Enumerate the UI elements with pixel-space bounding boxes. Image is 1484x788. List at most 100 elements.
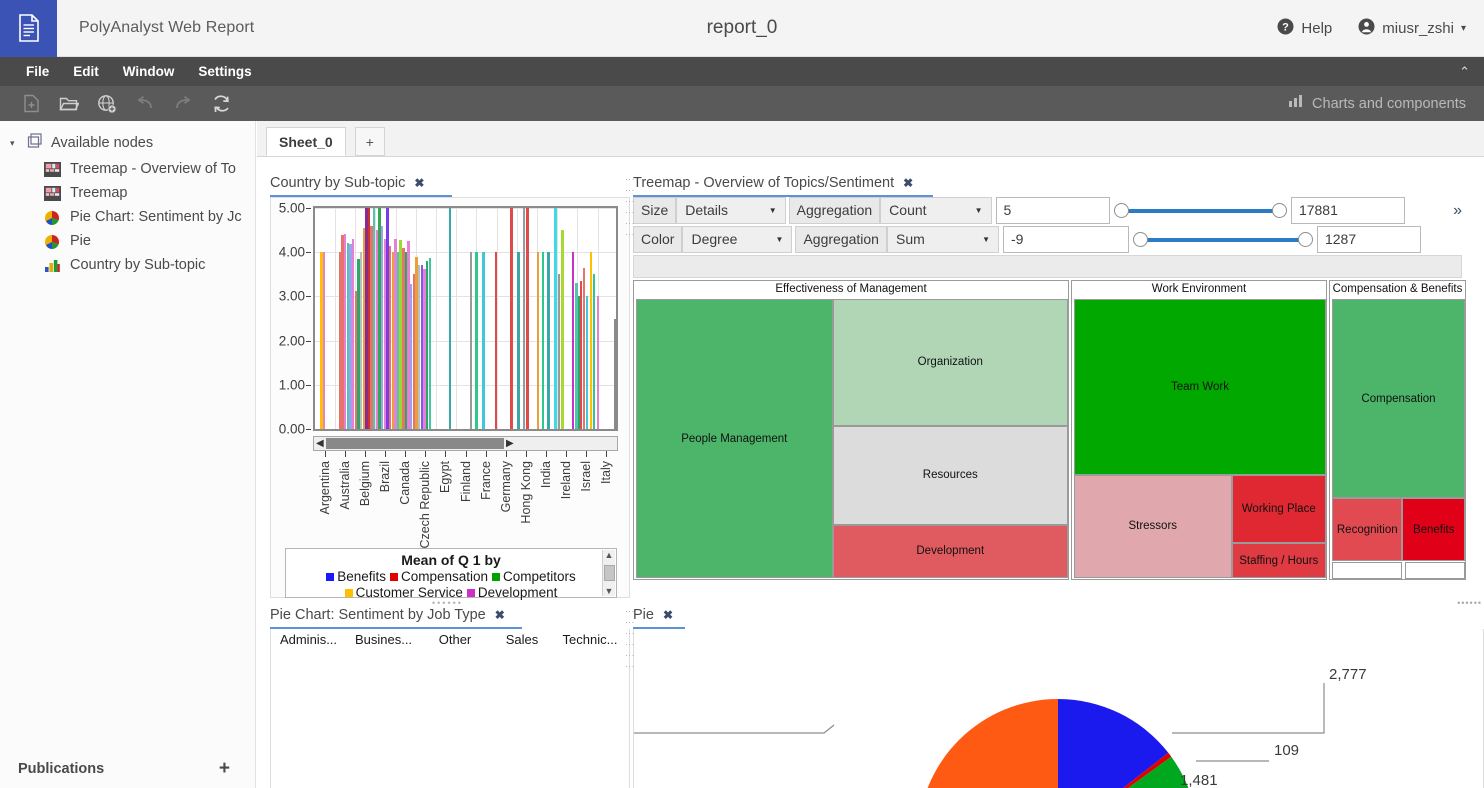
treemap-cell[interactable]: Team Work (1074, 299, 1326, 475)
size-aggregation-value: Count (889, 202, 927, 218)
slider-knob-max[interactable] (1297, 232, 1313, 247)
user-menu[interactable]: miusr_zshi ▾ (1358, 18, 1466, 39)
publish-web-icon[interactable] (88, 86, 126, 121)
close-icon[interactable]: ✖ (414, 176, 424, 190)
menu-item-window[interactable]: Window (111, 57, 187, 86)
bar[interactable] (542, 252, 545, 429)
treemap-cell[interactable]: Organization (832, 299, 1068, 426)
color-max-input[interactable]: 1287 (1316, 226, 1421, 253)
scroll-left-icon[interactable]: ◀ (316, 438, 324, 449)
treemap-cell[interactable]: Recognition (1332, 498, 1403, 562)
bar[interactable] (561, 230, 564, 429)
bar[interactable] (522, 208, 526, 429)
treemap-cell[interactable]: Working Place (1231, 474, 1326, 544)
treemap-cell[interactable]: Resources (832, 425, 1068, 525)
bar[interactable] (322, 252, 326, 429)
bar[interactable] (482, 252, 485, 429)
treemap-group[interactable]: Work Environment Team Work Stressors Workin… (1071, 280, 1327, 580)
bar[interactable] (593, 274, 596, 429)
redo-icon[interactable] (164, 86, 202, 121)
scroll-up-icon[interactable]: ▲ (605, 550, 614, 560)
sidebar-item-treemap-overview[interactable]: Treemap - Overview of To (0, 157, 255, 181)
legend-scrollbar[interactable]: ▲ ▼ (602, 550, 615, 596)
bar[interactable] (571, 252, 575, 429)
slider-knob-min[interactable] (1113, 203, 1129, 218)
slider-knob-max[interactable] (1271, 203, 1287, 218)
bar[interactable] (554, 208, 557, 429)
expand-controls-button[interactable]: » (1453, 202, 1462, 220)
treemap-cell[interactable]: Benefits (1402, 498, 1465, 562)
slider-knob-min[interactable] (1132, 232, 1148, 247)
treemap-group[interactable]: Compensation & Benefits Compensation Recog… (1329, 280, 1466, 580)
bar[interactable] (557, 274, 561, 429)
user-circle-icon (1358, 18, 1375, 39)
treemap-cell[interactable]: Development (832, 524, 1068, 578)
app-name: PolyAnalyst Web Report (79, 19, 255, 36)
sidebar-item-country-by-subtopic[interactable]: Country by Sub-topic (0, 253, 255, 277)
bar[interactable] (475, 252, 478, 429)
treemap-group[interactable]: Effectiveness of Management People Manage… (633, 280, 1069, 580)
color-range-slider[interactable] (1132, 226, 1313, 253)
bar[interactable] (526, 208, 529, 429)
scrollbar-thumb[interactable] (326, 438, 504, 449)
close-icon[interactable]: ✖ (495, 608, 505, 622)
sidebar-item-pie[interactable]: Pie (0, 229, 255, 253)
panel-splitter-vertical[interactable]: ⋮⋮⋮⋮⋮⋮ (625, 607, 635, 673)
bar[interactable] (589, 252, 592, 429)
sidebar-item-treemap[interactable]: Treemap (0, 181, 255, 205)
menu-item-settings[interactable]: Settings (186, 57, 263, 86)
bar[interactable] (547, 252, 550, 429)
size-range-slider[interactable] (1113, 197, 1287, 224)
collapse-toolbar-icon[interactable]: ⌃ (1459, 57, 1470, 86)
bar[interactable] (517, 252, 520, 429)
treemap-group-title: Compensation & Benefits (1330, 281, 1465, 298)
scroll-right-icon[interactable]: ▶ (506, 438, 514, 449)
bar[interactable] (448, 208, 452, 429)
color-min-input[interactable]: -9 (1002, 226, 1129, 253)
close-icon[interactable]: ✖ (663, 608, 673, 622)
bar[interactable] (469, 252, 473, 429)
color-field-select[interactable]: Degree ▼ (682, 226, 793, 253)
bar[interactable] (582, 267, 585, 429)
pie-slice[interactable] (918, 699, 1058, 788)
refresh-icon[interactable] (202, 86, 240, 121)
panel-splitter-horizontal[interactable]: •••••• (432, 598, 463, 608)
scroll-down-icon[interactable]: ▼ (605, 586, 614, 596)
treemap-cell[interactable]: People Management (636, 299, 833, 578)
treemap-cell[interactable]: Compensation (1332, 299, 1465, 499)
size-aggregation-select[interactable]: Count ▼ (880, 197, 992, 224)
tab-sheet-0[interactable]: Sheet_0 (266, 127, 346, 156)
menu-item-file[interactable]: File (14, 57, 61, 86)
size-min-input[interactable]: 5 (995, 197, 1110, 224)
charts-and-components-button[interactable]: Charts and components (1288, 86, 1466, 121)
bar[interactable] (428, 257, 431, 429)
add-sheet-button[interactable]: + (354, 127, 385, 156)
bar[interactable] (614, 318, 616, 429)
menu-item-edit[interactable]: Edit (61, 57, 111, 86)
new-file-icon[interactable] (12, 86, 50, 121)
bar[interactable] (586, 296, 589, 429)
scrollbar-thumb[interactable] (603, 565, 615, 581)
legend-swatch (492, 572, 501, 581)
bar[interactable] (494, 252, 497, 429)
sidebar-item-pie-chart-sentiment[interactable]: Pie Chart: Sentiment by Jc (0, 205, 255, 229)
size-max-input[interactable]: 17881 (1290, 197, 1406, 224)
bar[interactable] (536, 252, 540, 429)
treemap-empty-cell[interactable] (1405, 562, 1465, 579)
sidebar-root-available-nodes[interactable]: ▾ Available nodes (0, 121, 255, 157)
color-aggregation-select[interactable]: Sum ▼ (886, 226, 999, 253)
treemap-cell[interactable]: Staffing / Hours (1231, 543, 1326, 578)
treemap-empty-cell[interactable] (1332, 562, 1403, 579)
panel-splitter-vertical[interactable]: ⋮⋮⋮⋮⋮⋮ (625, 175, 635, 241)
undo-icon[interactable] (126, 86, 164, 121)
treemap-cell[interactable]: Stressors (1074, 474, 1232, 578)
bar[interactable] (510, 208, 513, 429)
bar[interactable] (596, 296, 599, 429)
add-publication-button[interactable]: + (219, 758, 230, 780)
size-field-select[interactable]: Details ▼ (676, 197, 786, 224)
tree-expand-caret-icon[interactable]: ▾ (10, 138, 20, 149)
bar-chart-scrollbar[interactable]: ◀ ▶ (313, 436, 618, 451)
close-icon[interactable]: ✖ (903, 176, 913, 190)
help-button[interactable]: ? Help (1277, 18, 1332, 39)
open-folder-icon[interactable] (50, 86, 88, 121)
